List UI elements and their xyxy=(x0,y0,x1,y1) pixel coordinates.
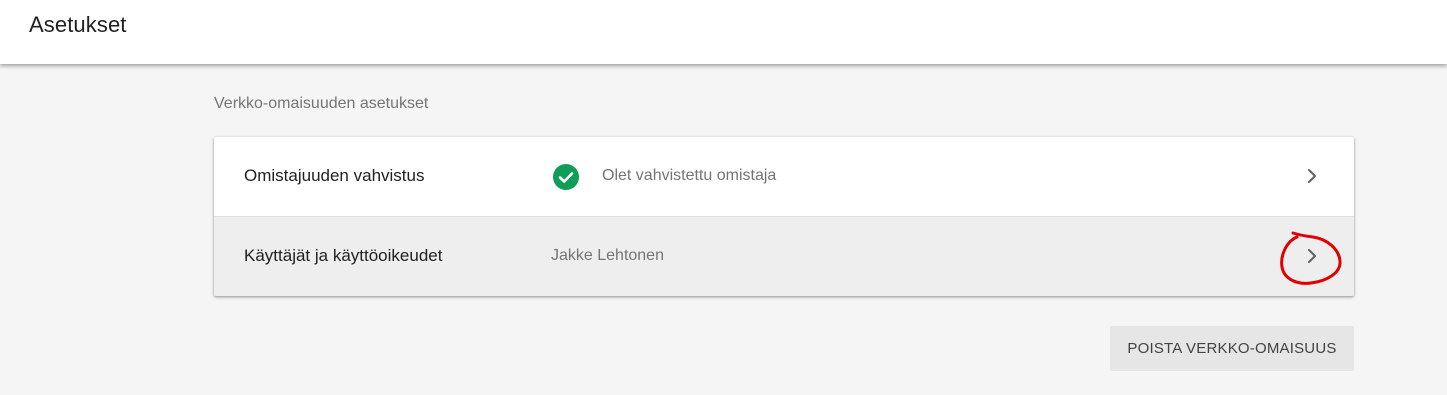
users-permissions-label: Käyttäjät ja käyttöoikeudet xyxy=(244,246,443,265)
chevron-right-icon[interactable] xyxy=(1302,165,1322,187)
ownership-status-text: Olet vahvistettu omistaja xyxy=(602,167,777,184)
owner-name-text: Jakke Lehtonen xyxy=(551,247,664,264)
users-permissions-row[interactable]: Käyttäjät ja käyttöoikeudet Jakke Lehton… xyxy=(214,217,1354,296)
ownership-verification-label: Omistajuuden vahvistus xyxy=(244,166,425,185)
section-title: Verkko-omaisuuden asetukset xyxy=(214,95,429,112)
page-title: Asetukset xyxy=(29,12,127,37)
chevron-right-icon[interactable] xyxy=(1302,245,1322,267)
app-header: Asetukset xyxy=(0,0,1447,64)
ownership-verification-row[interactable]: Omistajuuden vahvistus Olet vahvistettu … xyxy=(214,137,1354,217)
check-circle-icon xyxy=(553,164,579,190)
delete-property-button[interactable]: POISTA VERKKO-OMAISUUS xyxy=(1110,326,1354,371)
settings-card: Omistajuuden vahvistus Olet vahvistettu … xyxy=(214,137,1354,296)
